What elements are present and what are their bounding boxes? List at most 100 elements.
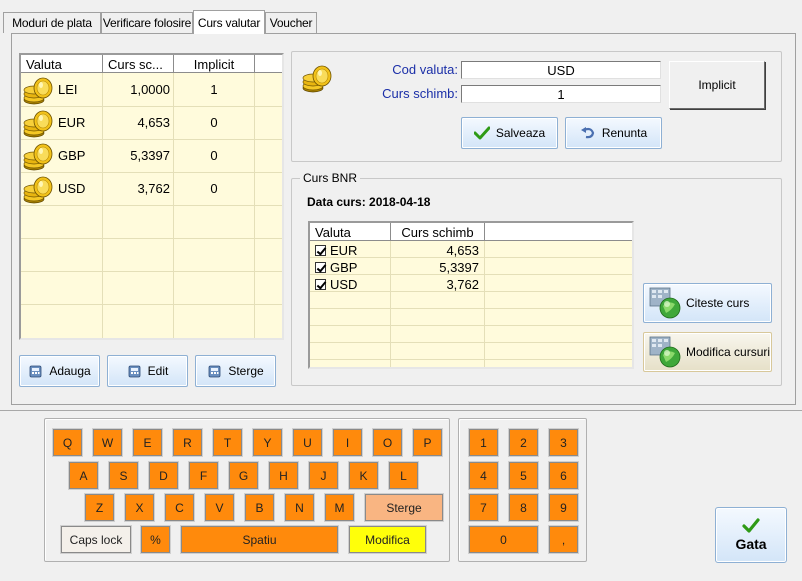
key-o[interactable]: O <box>372 428 403 457</box>
column-header-exchange-rate[interactable]: Curs schimb <box>391 223 485 241</box>
table-row[interactable]: USD 3,762 0 <box>21 173 282 205</box>
column-header-currency[interactable]: Valuta <box>21 55 103 73</box>
read-rates-button[interactable]: Citeste curs <box>643 283 772 323</box>
key-r[interactable]: R <box>172 428 203 457</box>
add-button-label: Adauga <box>49 364 91 378</box>
table-row[interactable]: EUR 4,653 0 <box>21 107 282 139</box>
row-implicit: 0 <box>210 148 218 163</box>
tab-exchange-rate[interactable]: Curs valutar <box>193 10 265 34</box>
key-f[interactable]: F <box>188 461 219 490</box>
save-button[interactable]: Salveaza <box>461 117 558 149</box>
key-x[interactable]: X <box>124 493 155 522</box>
exchange-rate-field[interactable]: 1 <box>461 85 661 103</box>
key-s[interactable]: S <box>108 461 139 490</box>
undo-icon <box>580 127 594 139</box>
add-button[interactable]: Adauga <box>19 355 100 387</box>
table-row[interactable]: LEI 1,0000 1 <box>21 74 282 106</box>
row-rate: 3,762 <box>137 181 170 196</box>
coins-icon <box>302 63 334 93</box>
key-y[interactable]: Y <box>252 428 283 457</box>
key-p[interactable]: P <box>412 428 443 457</box>
tab-usage-check[interactable]: Verificare folosire <box>101 12 193 33</box>
coins-icon <box>23 174 55 204</box>
row-currency-code: USD <box>330 277 358 292</box>
column-header-rate[interactable]: Curs sc... <box>103 55 174 73</box>
key-w[interactable]: W <box>92 428 123 457</box>
coins-icon <box>23 108 55 138</box>
key-m[interactable]: M <box>324 493 355 522</box>
key-comma[interactable]: , <box>548 525 579 554</box>
key-j[interactable]: J <box>308 461 339 490</box>
rate-date-label: Data curs: <box>307 195 366 209</box>
tab-payment-methods[interactable]: Moduri de plata <box>3 12 101 33</box>
key-7[interactable]: 7 <box>468 493 499 522</box>
key-g[interactable]: G <box>228 461 259 490</box>
key-0[interactable]: 0 <box>468 525 539 554</box>
edit-button[interactable]: Edit <box>107 355 188 387</box>
key-4[interactable]: 4 <box>468 461 499 490</box>
key-h[interactable]: H <box>268 461 299 490</box>
table-row[interactable]: USD 3,762 <box>310 276 632 292</box>
table-row[interactable]: GBP 5,3397 0 <box>21 140 282 172</box>
key-e[interactable]: E <box>132 428 163 457</box>
currency-code-label: Cod valuta: <box>392 62 458 77</box>
table-row[interactable]: GBP 5,3397 <box>310 259 632 275</box>
column-header-currency[interactable]: Valuta <box>310 223 391 241</box>
key-z[interactable]: Z <box>84 493 115 522</box>
key-c[interactable]: C <box>164 493 195 522</box>
globe-building-icon <box>648 335 682 369</box>
delete-button[interactable]: Sterge <box>195 355 276 387</box>
modify-rates-button[interactable]: Modifica cursuri <box>643 332 772 372</box>
key-a[interactable]: A <box>68 461 99 490</box>
key-u[interactable]: U <box>292 428 323 457</box>
bnr-rate-grid[interactable]: Valuta Curs schimb EUR 4,653 GBP 5,3397 … <box>308 221 634 369</box>
key-v[interactable]: V <box>204 493 235 522</box>
read-rates-label: Citeste curs <box>686 296 750 310</box>
row-checkbox[interactable] <box>315 245 326 256</box>
key-k[interactable]: K <box>348 461 379 490</box>
row-rate: 5,3397 <box>130 148 170 163</box>
currency-code-field[interactable]: USD <box>461 61 661 79</box>
key-modify[interactable]: Modifica <box>348 525 427 554</box>
key-q[interactable]: Q <box>52 428 83 457</box>
key-6[interactable]: 6 <box>548 461 579 490</box>
key-t[interactable]: T <box>212 428 243 457</box>
row-currency-code: USD <box>58 181 86 196</box>
implicit-button[interactable]: Implicit <box>669 61 765 109</box>
key-8[interactable]: 8 <box>508 493 539 522</box>
key-delete[interactable]: Sterge <box>364 493 444 522</box>
exchange-rate-label: Curs schimb: <box>382 86 458 101</box>
column-header-implicit[interactable]: Implicit <box>174 55 255 73</box>
key-percent[interactable]: % <box>140 525 171 554</box>
calculator-icon <box>28 363 44 379</box>
edit-button-label: Edit <box>147 364 169 378</box>
row-rate: 3,762 <box>446 277 479 292</box>
key-1[interactable]: 1 <box>468 428 499 457</box>
key-d[interactable]: D <box>148 461 179 490</box>
key-3[interactable]: 3 <box>548 428 579 457</box>
cancel-button[interactable]: Renunta <box>565 117 662 149</box>
key-i[interactable]: I <box>332 428 363 457</box>
coins-icon <box>23 75 55 105</box>
save-button-label: Salveaza <box>495 126 546 140</box>
delete-button-label: Sterge <box>228 364 264 378</box>
key-b[interactable]: B <box>244 493 275 522</box>
tab-bar: Moduri de plata Verificare folosire Curs… <box>0 0 802 34</box>
row-checkbox[interactable] <box>315 262 326 273</box>
table-row[interactable]: EUR 4,653 <box>310 242 632 258</box>
rate-date-value: 2018-04-18 <box>369 195 431 209</box>
key-5[interactable]: 5 <box>508 461 539 490</box>
bnr-group-title: Curs BNR <box>300 171 361 185</box>
key-caps-lock[interactable]: Caps lock <box>60 525 132 554</box>
done-button[interactable]: Gata <box>715 507 787 563</box>
key-n[interactable]: N <box>284 493 315 522</box>
tab-voucher[interactable]: Voucher <box>265 12 317 33</box>
row-checkbox[interactable] <box>315 279 326 290</box>
key-space[interactable]: Spatiu <box>180 525 339 554</box>
key-2[interactable]: 2 <box>508 428 539 457</box>
row-implicit: 1 <box>210 82 218 97</box>
currency-grid[interactable]: Valuta Curs sc... Implicit LEI 1,0000 1 … <box>19 53 284 340</box>
checkmark-icon <box>742 518 760 533</box>
key-9[interactable]: 9 <box>548 493 579 522</box>
key-l[interactable]: L <box>388 461 419 490</box>
